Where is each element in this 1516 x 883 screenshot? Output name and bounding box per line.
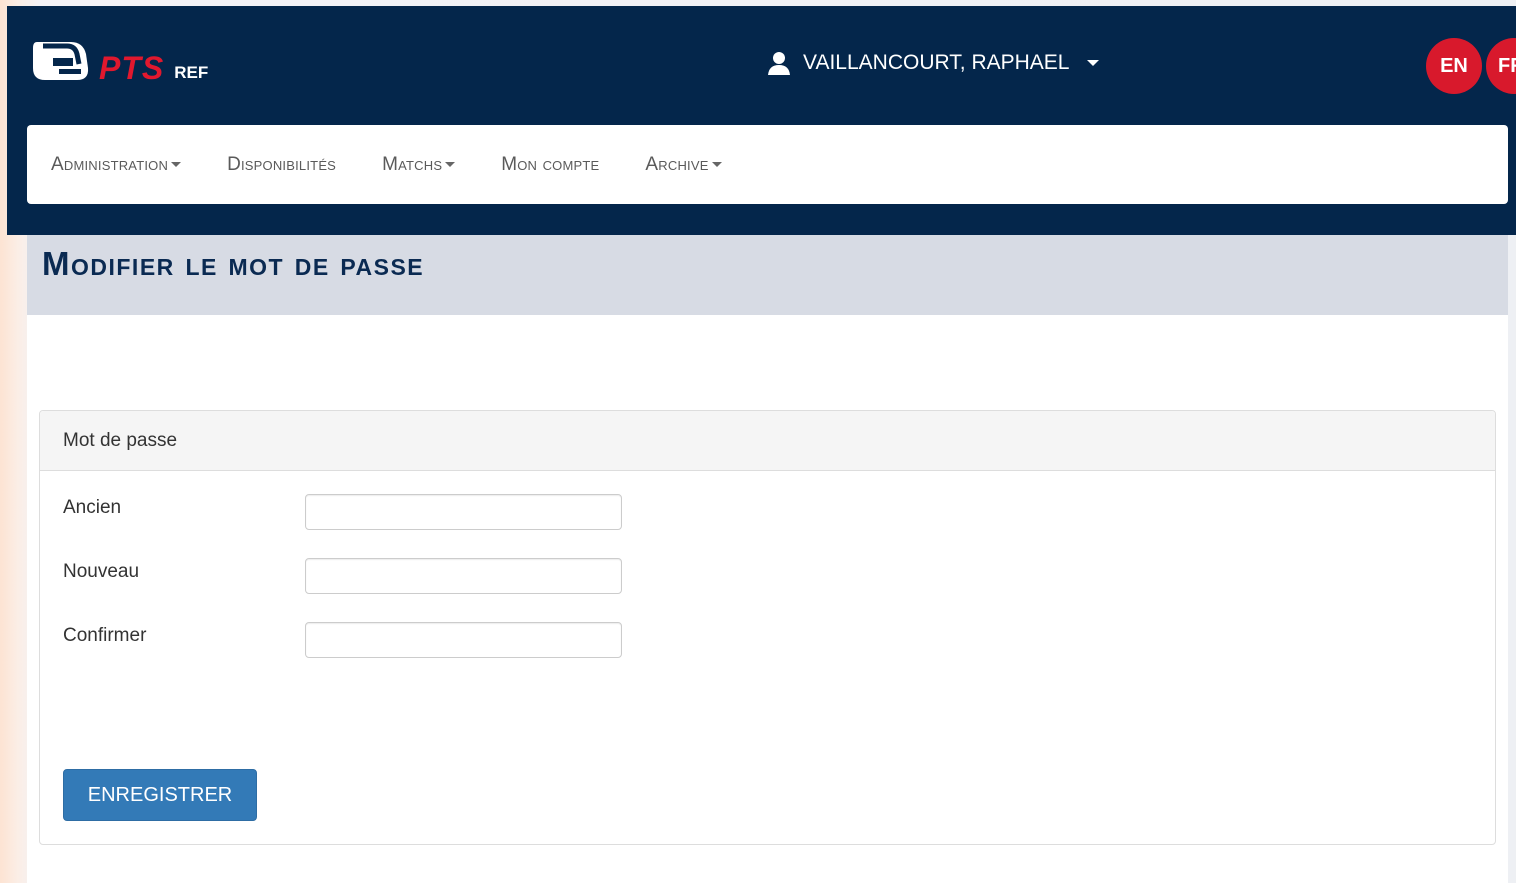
old-password-input[interactable]	[305, 494, 622, 530]
user-menu[interactable]: VAILLANCOURT, RAPHAEL	[767, 48, 1100, 78]
save-button[interactable]: ENREGISTRER	[63, 769, 257, 821]
logo-ref-text: REF	[174, 63, 209, 82]
nav-item-disponibilites[interactable]: Disponibilités	[227, 154, 336, 176]
main-content: Mot de passe Ancien Nouveau Confirmer EN…	[27, 315, 1508, 883]
page-title: Modifier le mot de passe	[42, 245, 425, 282]
nav-item-label: Mon compte	[501, 153, 600, 175]
confirm-password-input[interactable]	[305, 622, 622, 658]
app-logo[interactable]: PTS REF	[31, 38, 208, 84]
nav-item-label: Administration	[51, 153, 169, 175]
nav-item-mon-compte[interactable]: Mon compte	[501, 154, 599, 176]
nav-item-label: Archive	[645, 153, 709, 175]
field-label: Confirmer	[63, 625, 147, 646]
caret-down-icon	[711, 162, 722, 167]
nav-item-administration[interactable]: Administration	[51, 153, 182, 176]
page-header: Modifier le mot de passe	[27, 235, 1508, 315]
field-label: Ancien	[63, 497, 122, 518]
main-nav: Administration Disponibilités Matchs Mon…	[27, 125, 1508, 204]
language-en-button[interactable]: EN	[1426, 38, 1482, 94]
user-name: VAILLANCOURT, RAPHAEL	[803, 51, 1070, 74]
caret-down-icon	[171, 162, 182, 167]
field-label: Nouveau	[63, 561, 140, 582]
password-panel: Mot de passe Ancien Nouveau Confirmer EN…	[39, 410, 1496, 845]
nav-item-matchs[interactable]: Matchs	[382, 153, 456, 176]
chevron-down-icon	[1087, 60, 1100, 66]
nav-item-label: Matchs	[382, 153, 443, 175]
language-fr-button[interactable]: FR	[1486, 38, 1516, 94]
logo-pts-text: PTS	[99, 50, 165, 86]
nav-item-archive[interactable]: Archive	[645, 153, 722, 176]
new-password-input[interactable]	[305, 558, 622, 594]
ticket-logo-icon	[33, 42, 89, 80]
panel-heading: Mot de passe	[40, 411, 1495, 471]
user-icon	[768, 52, 790, 75]
nav-item-label: Disponibilités	[227, 153, 337, 175]
caret-down-icon	[445, 162, 456, 167]
